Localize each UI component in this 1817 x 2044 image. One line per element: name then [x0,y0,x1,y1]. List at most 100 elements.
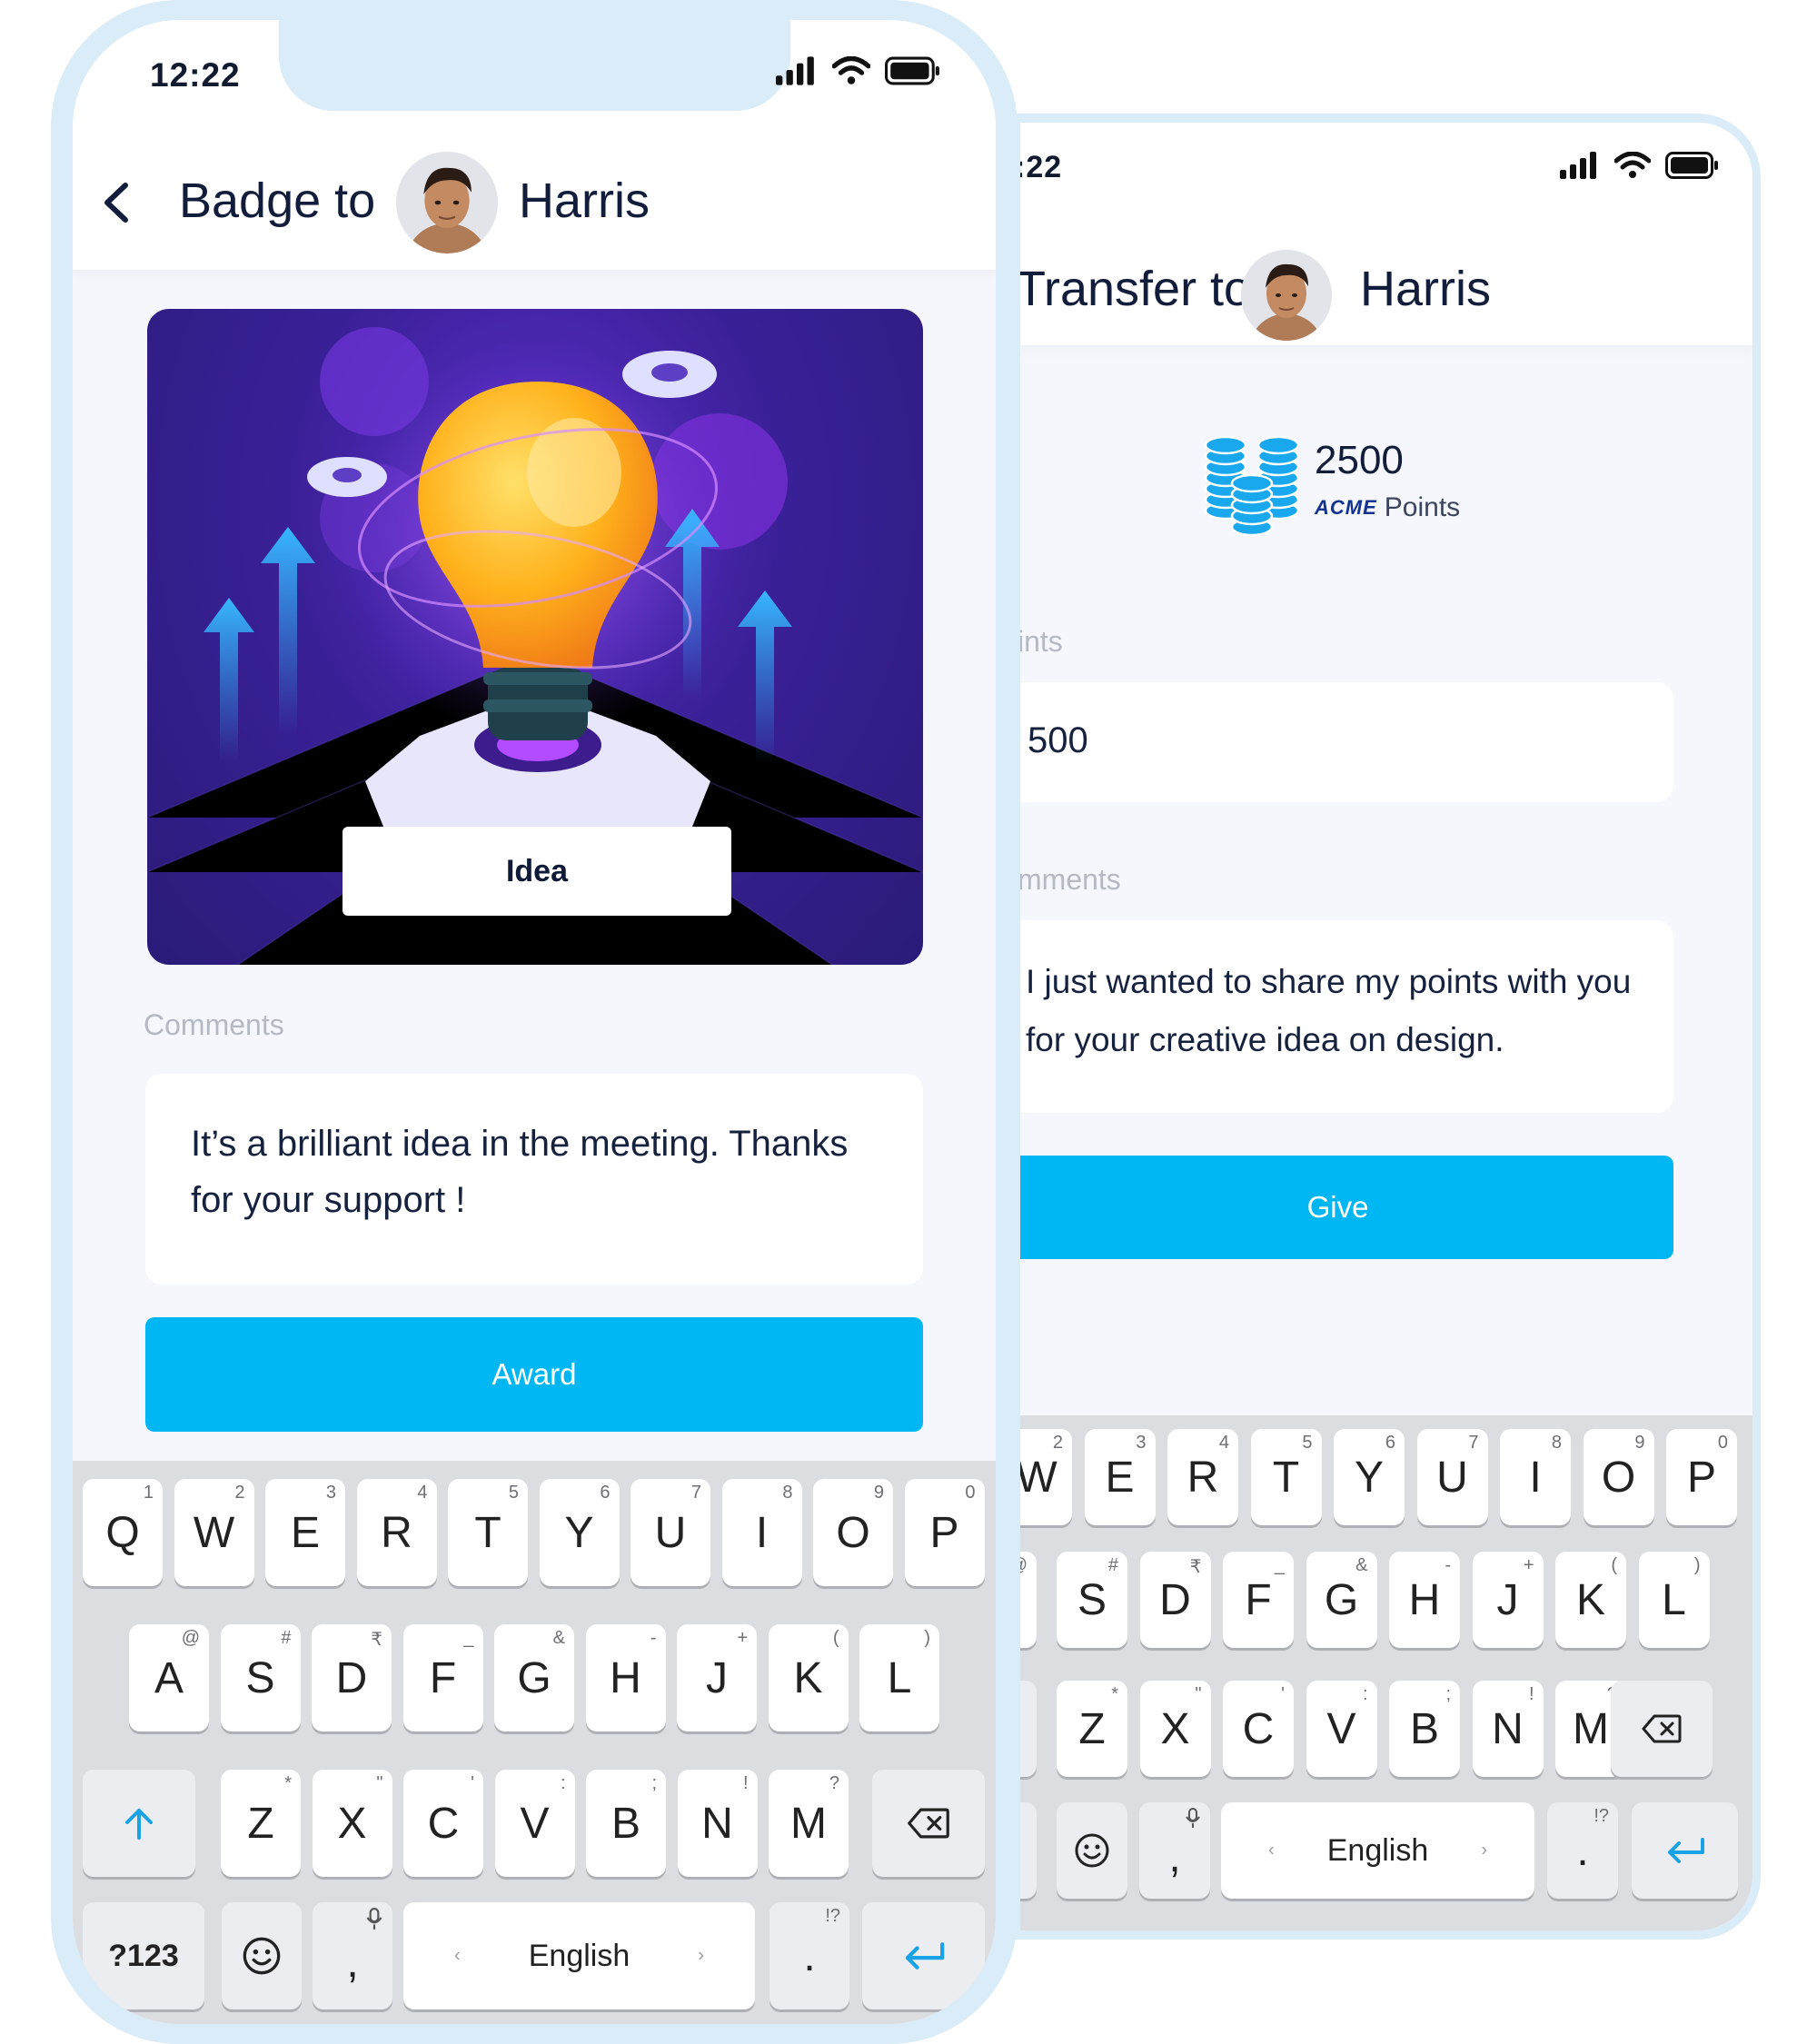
key-hint: - [1445,1555,1451,1575]
key-o[interactable]: 9O [1583,1429,1654,1525]
key-k[interactable]: (K [768,1624,849,1731]
key-v[interactable]: :V [494,1770,575,1877]
key-b[interactable]: ; B [1389,1681,1460,1777]
key-c[interactable]: ' C [1223,1681,1294,1777]
key-r[interactable]: 4R [356,1479,437,1586]
points-input[interactable]: 500 [1020,682,1673,802]
return-key[interactable] [1632,1802,1738,1899]
key-l[interactable]: ) L [859,1624,939,1731]
key-s[interactable]: # S [1057,1552,1127,1648]
key-k[interactable]: (K [1555,1552,1626,1648]
period-hint: !? [1594,1806,1609,1826]
key-v[interactable]: :V [1306,1681,1377,1777]
numbers-key[interactable]: ?123 [83,1902,204,2009]
key-label: P [929,1508,959,1557]
key-label: J [1496,1575,1519,1624]
key-i[interactable]: 8I [1500,1429,1571,1525]
back-chevron-icon[interactable] [98,180,134,225]
key-i[interactable]: 8I [721,1479,802,1586]
key-a[interactable]: @ [1020,1552,1037,1648]
backspace-key[interactable] [872,1770,985,1877]
key-j[interactable]: + J [677,1624,757,1731]
key-z[interactable]: * Z [1057,1681,1127,1777]
key-label: S [245,1653,275,1702]
period-key[interactable]: !? . [769,1902,849,2009]
comment-line-1: I just wanted to share my points with yo… [1026,963,1632,1000]
key-hint: 0 [1717,1433,1728,1453]
key-label: Y [564,1508,594,1557]
emoji-key[interactable] [1057,1802,1127,1899]
backspace-key[interactable] [1611,1681,1713,1777]
key-z[interactable]: * Z [221,1770,301,1877]
period-label: . [1576,1826,1589,1875]
key-w[interactable]: 2W [174,1479,254,1586]
shift-icon [125,1809,153,1840]
balance-unit: Points [1384,492,1461,522]
period-key[interactable]: !? . [1547,1802,1618,1899]
key-x[interactable]: " X [312,1770,392,1877]
key-m[interactable]: ?M [769,1770,849,1877]
key-x[interactable]: " X [1139,1681,1211,1777]
comments-input[interactable]: It’s a brilliant idea in the meeting. Th… [145,1074,923,1285]
key-label: E [290,1508,320,1557]
shift-key[interactable] [1020,1681,1037,1777]
key-y[interactable]: 6Y [539,1479,620,1586]
key-p[interactable]: 0P [904,1479,985,1586]
key-e[interactable]: 3E [265,1479,345,1586]
key-hint: ) [924,1628,930,1648]
key-n[interactable]: ! N [677,1770,758,1877]
emoji-icon [243,1937,281,1975]
key-label: B [611,1799,640,1848]
key-b[interactable]: ; B [586,1770,666,1877]
comments-input[interactable]: I just wanted to share my points with yo… [1020,920,1673,1113]
shift-key[interactable] [83,1770,195,1877]
award-button[interactable]: Award [145,1317,923,1432]
key-label: R [1187,1453,1219,1502]
key-label: O [836,1508,870,1557]
comma-key[interactable]: , [1139,1802,1210,1899]
badge-card[interactable]: Idea [147,309,923,965]
key-l[interactable]: ) L [1638,1552,1710,1648]
key-hint: 1 [143,1483,154,1503]
key-p[interactable]: 0P [1666,1429,1737,1525]
return-icon [1667,1838,1704,1863]
signal-icon [776,56,814,85]
key-u[interactable]: 7U [1416,1429,1488,1525]
key-hint: 2 [1052,1433,1063,1453]
key-y[interactable]: 6Y [1334,1429,1405,1525]
return-key[interactable] [862,1902,985,2009]
return-icon [905,1942,944,1970]
key-a[interactable]: @ A [129,1624,209,1731]
emoji-key[interactable] [222,1902,302,2009]
key-o[interactable]: 9O [813,1479,893,1586]
space-key[interactable]: ‹ English › [1221,1802,1534,1899]
key-q[interactable]: 1Q [83,1479,163,1586]
comma-key[interactable]: , [313,1902,392,2009]
key-r[interactable]: 4R [1167,1429,1238,1525]
key-label: H [1408,1575,1441,1624]
key-g[interactable]: & G [494,1624,574,1731]
key-s[interactable]: # S [220,1624,301,1731]
mic-icon [366,1908,382,1930]
key-h[interactable]: -H [585,1624,666,1731]
key-n[interactable]: ! N [1472,1681,1544,1777]
key-j[interactable]: + J [1472,1552,1544,1648]
key-c[interactable]: ' C [403,1770,483,1877]
key-t[interactable]: 5T [448,1479,528,1586]
key-u[interactable]: 7U [630,1479,710,1586]
key-t[interactable]: 5T [1250,1429,1322,1525]
key-w[interactable]: 2W [1020,1429,1072,1525]
key-f[interactable]: _ F [1223,1552,1294,1648]
numbers-key[interactable] [1020,1802,1037,1899]
give-button[interactable]: Give [1020,1156,1673,1259]
key-d[interactable]: ₹ D [312,1624,392,1731]
key-label: G [1324,1575,1359,1624]
key-g[interactable]: & G [1306,1552,1377,1648]
key-h[interactable]: -H [1389,1552,1460,1648]
wifi-icon [1614,152,1651,178]
space-key[interactable]: ‹ English › [403,1902,755,2009]
key-f[interactable]: _ F [402,1624,483,1731]
key-e[interactable]: 3E [1084,1429,1156,1525]
key-label: E [1105,1453,1135,1502]
key-d[interactable]: ₹ D [1139,1552,1211,1648]
